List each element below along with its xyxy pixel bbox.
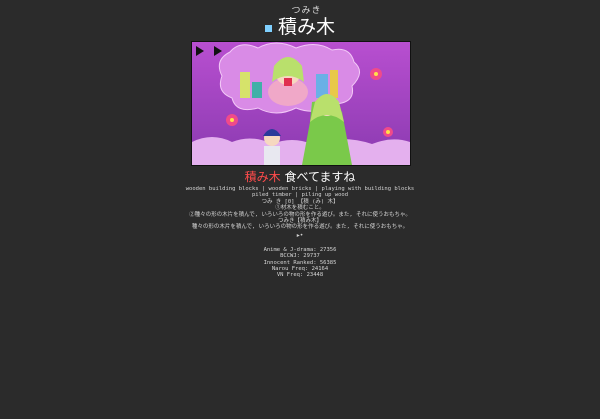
word-text: 積み木 [277,16,335,38]
audio-label: • [299,232,304,239]
word-reading: つみき [291,6,322,16]
example-sentence: 積み木 食べてますね [0,168,600,185]
frequency-item: VN Freq: 23448 [276,272,324,279]
audio-button[interactable]: ▸• [0,232,600,239]
anime-scene-image [192,42,410,165]
screenshot-image [191,41,411,166]
square-bullet-icon [264,25,272,32]
sentence-rest: 食べてますね [280,170,356,184]
word-block: つみき 積み木 [278,6,335,38]
definitions: wooden building blocks | wooden bricks |… [0,186,600,231]
flashcard: つみき 積み木 積み木 食べてますね wooden building block… [0,0,600,419]
word-header: つみき 積み木 [0,6,600,38]
definition-line: 種々の形の木片を積んで, いろいろの物の形を作る遊び。また, それに使うおもちゃ… [191,224,409,231]
sentence-target-word: 積み木 [244,170,281,184]
frequency-list: Anime & J-drama: 27356 BCCWJ: 29737 Inno… [0,247,600,278]
